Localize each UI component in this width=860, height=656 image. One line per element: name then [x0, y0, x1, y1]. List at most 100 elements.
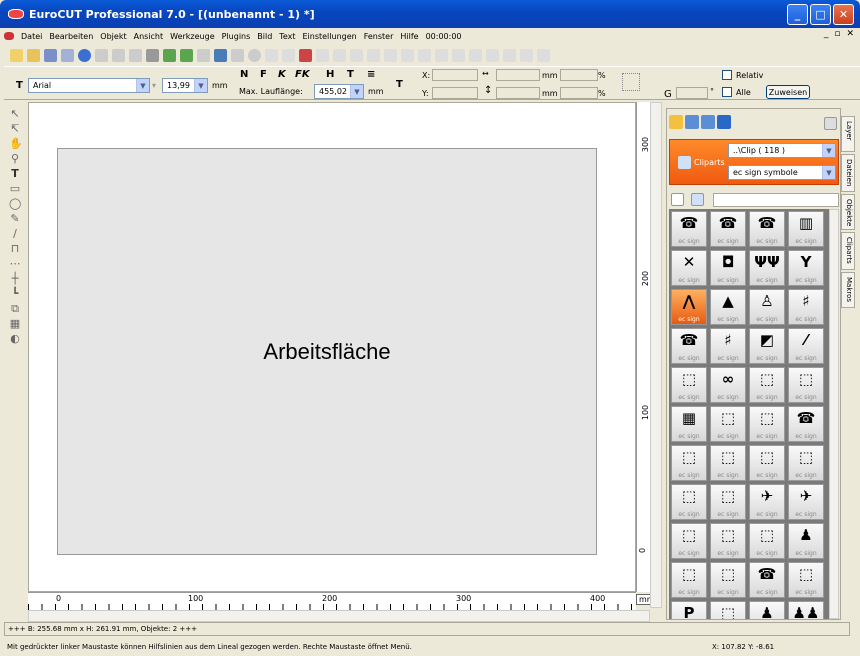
alle-checkbox[interactable]	[722, 87, 732, 97]
clipart-tile[interactable]: ☎ ec sign	[671, 211, 707, 247]
clipart-tile[interactable]: ♟ec sign	[749, 601, 785, 619]
max-length-select[interactable]: 455,02 ▼	[314, 84, 364, 99]
preview-icon[interactable]	[691, 193, 704, 206]
horizontal-ruler[interactable]: 0 100 200 300 400	[28, 592, 636, 610]
clipart-tile[interactable]: ♯ ec sign	[788, 289, 824, 325]
save-as-icon[interactable]	[61, 48, 74, 62]
undo-icon[interactable]	[214, 48, 227, 62]
clipart-add-icon[interactable]	[701, 115, 715, 129]
clipart-tile[interactable]: ⬚ ec sign	[749, 523, 785, 559]
plot-icon[interactable]	[197, 48, 210, 62]
width-percent-input[interactable]	[560, 69, 598, 81]
align-icon[interactable]	[384, 48, 397, 62]
maximize-button[interactable]: □	[810, 4, 831, 25]
clipart-tile[interactable]: ⬚ ec sign	[749, 406, 785, 442]
menu-fenster[interactable]: Fenster	[364, 32, 394, 41]
style-normal-button[interactable]: N	[240, 69, 248, 80]
panel-view-icon[interactable]	[824, 117, 837, 130]
clipart-tile[interactable]: ⬚ ec sign	[671, 484, 707, 520]
clipart-icon[interactable]	[685, 115, 699, 129]
clipart-tile[interactable]: ◩ ec sign	[749, 328, 785, 364]
node-edit-icon[interactable]: ↸	[9, 123, 21, 135]
clipart-tile[interactable]: ♟♟ec sign	[788, 601, 824, 619]
paste-icon[interactable]	[129, 48, 142, 62]
refresh-icon[interactable]	[717, 115, 731, 129]
vertical-ruler[interactable]: 300 200 100 0	[636, 102, 650, 592]
fill-grid-icon[interactable]: ▦	[9, 318, 21, 330]
cut-icon[interactable]	[95, 48, 108, 62]
menu-einstellungen[interactable]: Einstellungen	[302, 32, 356, 41]
contour-icon[interactable]	[333, 48, 346, 62]
chevron-down-icon[interactable]: ▼	[822, 144, 835, 157]
menu-bearbeiten[interactable]: Bearbeiten	[49, 32, 93, 41]
clipart-tile[interactable]: ⋀ ec sign	[671, 289, 707, 325]
tab-dateien[interactable]: Dateien	[841, 154, 855, 192]
menu-plugins[interactable]: Plugins	[222, 32, 251, 41]
frame-tool-icon[interactable]: ⊓	[9, 243, 21, 255]
clipart-tile[interactable]: Yec sign	[788, 250, 824, 286]
frame-icon[interactable]	[265, 48, 278, 62]
hand-pan-icon[interactable]: ✋	[9, 138, 23, 150]
clipart-tile[interactable]: Pec sign	[671, 601, 707, 619]
menu-hilfe[interactable]: Hilfe	[400, 32, 418, 41]
tab-makros[interactable]: Makros	[841, 272, 855, 308]
clipart-tile[interactable]: ☎ ec sign	[749, 211, 785, 247]
mirror-icon[interactable]	[401, 48, 414, 62]
clipart-tile[interactable]: ♯ ec sign	[710, 328, 746, 364]
document-menu-icon[interactable]	[4, 32, 14, 40]
export-icon[interactable]	[180, 48, 193, 62]
style-bold-button[interactable]: F	[260, 69, 267, 80]
menu-bild[interactable]: Bild	[257, 32, 272, 41]
distribute-icon[interactable]	[418, 48, 431, 62]
clipart-search-input[interactable]	[713, 193, 839, 207]
horizontal-scrollbar[interactable]	[28, 610, 650, 622]
guide-icon[interactable]: ┼	[9, 273, 21, 285]
reference-point-icon[interactable]	[622, 73, 640, 91]
chevron-down-icon[interactable]: ▼	[194, 79, 207, 92]
clip-category-select[interactable]: ec sign symbole ▼	[728, 165, 836, 180]
clipart-tile[interactable]: ⬚ ec sign	[710, 445, 746, 481]
clipart-tile[interactable]: ∞ ec sign	[710, 367, 746, 403]
font-size-select[interactable]: 13,99 ▼	[162, 78, 208, 93]
mdi-minimize-button[interactable]: _	[824, 29, 829, 39]
clipart-tile[interactable]: ⬚ ec sign	[788, 367, 824, 403]
menu-werkzeuge[interactable]: Werkzeuge	[170, 32, 214, 41]
font-select[interactable]: Arial ▼	[28, 78, 150, 93]
clipart-tile[interactable]: ☎ ec sign	[671, 328, 707, 364]
clipart-tile[interactable]: ▥ ec sign	[788, 211, 824, 247]
clipart-tile[interactable]: ⬚ ec sign	[671, 523, 707, 559]
clipart-tile[interactable]: ⬚ ec sign	[671, 445, 707, 481]
y-input[interactable]	[432, 87, 478, 99]
clipart-tile[interactable]: ✈ ec sign	[749, 484, 785, 520]
clipart-tile[interactable]: ⬚ ec sign	[710, 484, 746, 520]
grid-icon[interactable]	[520, 48, 533, 62]
close-button[interactable]: ✕	[833, 4, 854, 25]
weed-icon[interactable]	[452, 48, 465, 62]
ellipse-icon[interactable]: ◯	[9, 198, 21, 210]
height-input[interactable]	[496, 87, 540, 99]
tab-layer[interactable]: Layer	[841, 116, 855, 152]
clipart-tile[interactable]: ⁄ ec sign	[788, 328, 824, 364]
menu-ansicht[interactable]: Ansicht	[134, 32, 164, 41]
new-file-icon[interactable]	[10, 48, 23, 62]
drawing-canvas[interactable]: Arbeitsfläche	[28, 102, 636, 592]
angle-input[interactable]	[676, 87, 708, 99]
vertical-scrollbar[interactable]	[650, 102, 662, 608]
clipart-tile[interactable]: ⬚ ec sign	[788, 562, 824, 598]
rectangle-icon[interactable]: ▭	[9, 183, 21, 195]
clipart-tile[interactable]: ⬚ ec sign	[671, 562, 707, 598]
clipart-tile[interactable]: ⬚ ec sign	[710, 406, 746, 442]
help-icon[interactable]	[248, 48, 261, 62]
minimize-button[interactable]: _	[787, 4, 808, 25]
chevron-down-icon[interactable]: ▼	[136, 79, 149, 92]
print-icon[interactable]	[146, 48, 159, 62]
mdi-close-button[interactable]: ✕	[846, 29, 854, 39]
x-input[interactable]	[432, 69, 478, 81]
clipart-tile[interactable]: ☎ ec sign	[749, 562, 785, 598]
clipart-tile[interactable]: ▦ ec sign	[671, 406, 707, 442]
window-icon[interactable]	[537, 48, 550, 62]
view-icon[interactable]	[486, 48, 499, 62]
clipart-tile[interactable]: ⬚ ec sign	[749, 445, 785, 481]
clipart-tile[interactable]: ♟ec sign	[788, 523, 824, 559]
folder-icon[interactable]	[669, 115, 683, 129]
